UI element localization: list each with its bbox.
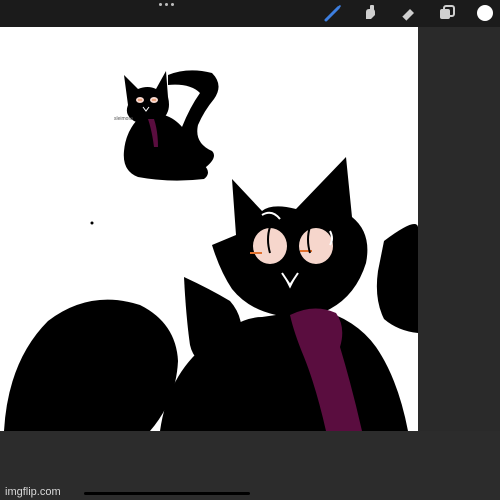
drawing-canvas[interactable] <box>0 27 418 431</box>
small-cat-drawing <box>123 70 219 181</box>
artist-signature: sleimora <box>114 116 133 122</box>
smudge-icon[interactable] <box>359 2 381 24</box>
watermark-text: imgflip.com <box>5 486 61 498</box>
side-panel <box>418 27 500 431</box>
home-indicator[interactable] <box>84 492 250 495</box>
stray-dot <box>90 221 94 225</box>
more-dots-icon[interactable] <box>159 3 175 9</box>
eraser-icon[interactable] <box>397 2 419 24</box>
artwork <box>4 70 418 431</box>
color-swatch-icon[interactable] <box>474 2 496 24</box>
brush-icon[interactable] <box>322 2 344 24</box>
layers-icon[interactable] <box>436 2 458 24</box>
top-toolbar <box>0 0 500 27</box>
large-cat-drawing <box>4 157 418 431</box>
bottom-area <box>0 431 500 500</box>
